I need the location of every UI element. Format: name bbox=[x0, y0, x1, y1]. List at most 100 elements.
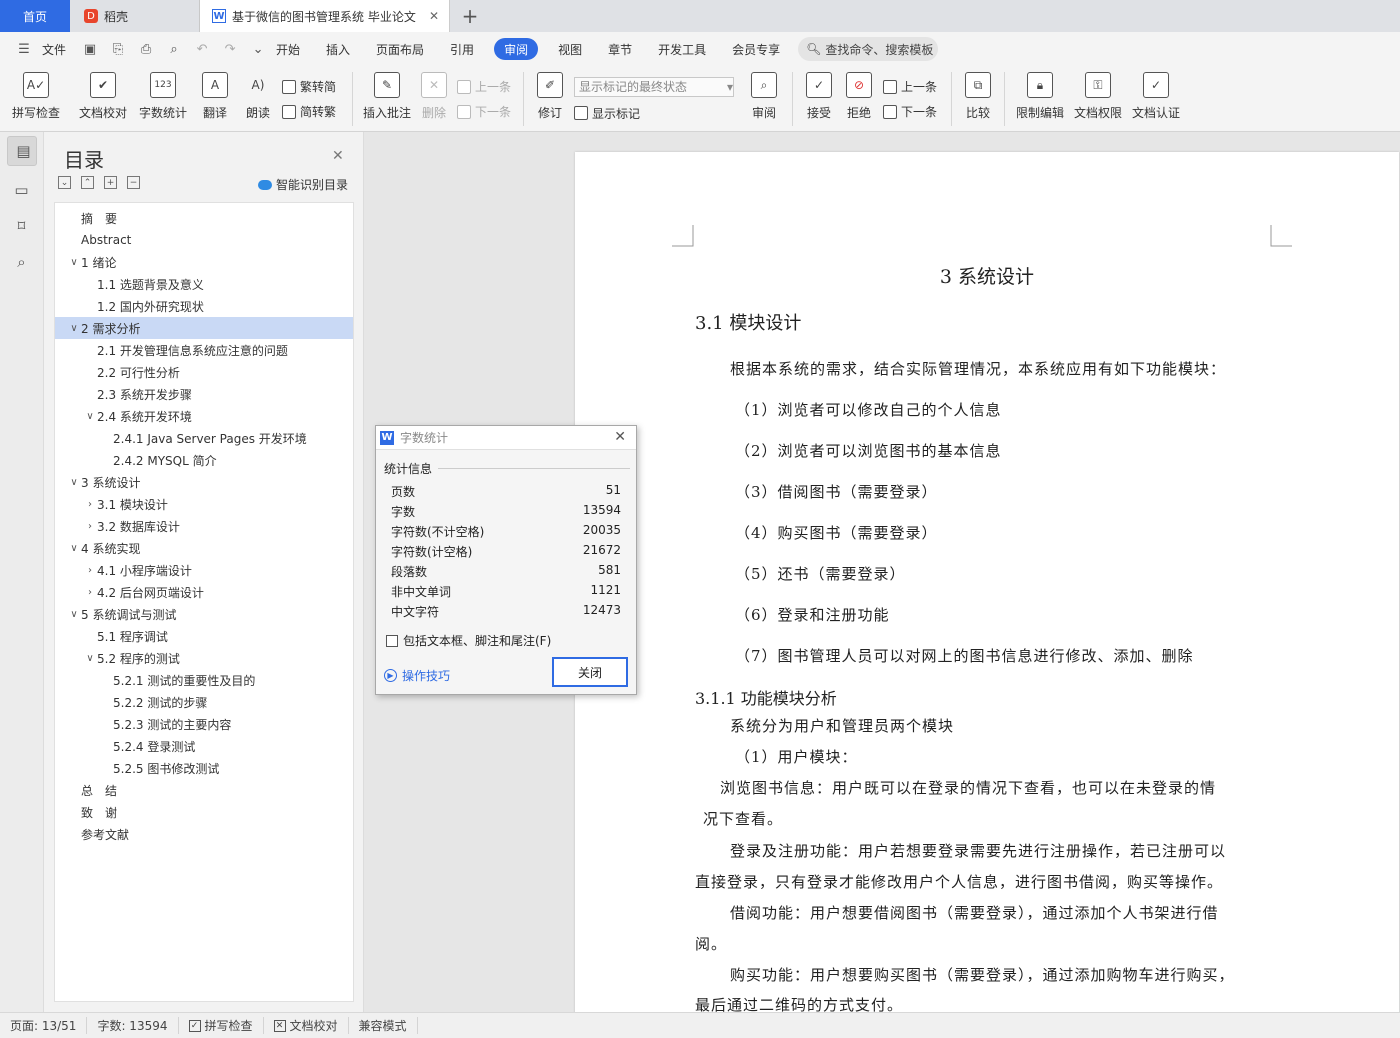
expand-chevron-icon[interactable]: › bbox=[83, 521, 97, 532]
reject-button[interactable]: ⊘ 拒绝 bbox=[839, 66, 879, 132]
toc-item[interactable]: 致 谢 bbox=[55, 801, 353, 823]
expand-icon[interactable]: ⌃ bbox=[81, 176, 94, 189]
status-spell-check[interactable]: ✓ 拼写检查 bbox=[179, 1017, 264, 1034]
delete-comment-button[interactable]: ✕ 删除 bbox=[415, 66, 453, 132]
expand-chevron-icon[interactable]: ∨ bbox=[83, 411, 97, 422]
toc-item[interactable]: 5.2.5 图书修改测试 bbox=[55, 757, 353, 779]
markup-state-select[interactable]: 显示标记的最终状态 ▾ bbox=[574, 76, 734, 97]
trad-to-simp-button[interactable]: 繁转简 bbox=[282, 78, 342, 95]
track-changes-button[interactable]: ✐ 修订 bbox=[530, 66, 570, 132]
close-icon[interactable]: ✕ bbox=[332, 148, 344, 164]
export-icon[interactable]: ⎘ bbox=[108, 42, 128, 57]
toc-item[interactable]: 参考文献 bbox=[55, 823, 353, 845]
toc-item[interactable]: › 3.2 数据库设计 bbox=[55, 515, 353, 537]
print-icon[interactable]: ⎙ bbox=[136, 42, 156, 57]
proofread-button[interactable]: ✔ 文档校对 bbox=[72, 66, 134, 132]
file-menu[interactable]: 文件 bbox=[42, 38, 72, 60]
accept-button[interactable]: ✓ 接受 bbox=[799, 66, 839, 132]
toc-item[interactable]: 5.1 程序调试 bbox=[55, 625, 353, 647]
toc-item[interactable]: 2.2 可行性分析 bbox=[55, 361, 353, 383]
collapse-all-icon[interactable]: ⌄ bbox=[58, 176, 71, 189]
toc-item[interactable]: 2.4.2 MYSQL 简介 bbox=[55, 449, 353, 471]
spell-check-button[interactable]: A✓ 拼写检查 bbox=[0, 66, 72, 132]
new-tab-button[interactable]: + bbox=[450, 0, 490, 32]
word-count-button[interactable]: 123 字数统计 bbox=[134, 66, 192, 132]
expand-chevron-icon[interactable]: ∨ bbox=[83, 653, 97, 664]
toc-item[interactable]: ∨ 1 绪论 bbox=[55, 251, 353, 273]
document-page[interactable]: 3 系统设计 3.1 模块设计 3.1.1 功能模块分析 根据本系统的需求，结合… bbox=[575, 152, 1399, 1012]
review-pane-button[interactable]: ⌕ 审阅 bbox=[742, 66, 786, 132]
simp-to-trad-button[interactable]: 简转繁 bbox=[282, 103, 342, 120]
next-change-button[interactable]: 下一条 bbox=[883, 103, 941, 120]
toc-panel-icon[interactable]: ▤ bbox=[6, 136, 37, 166]
restrict-editing-button[interactable]: 🔒︎ 限制编辑 bbox=[1011, 66, 1069, 132]
toc-item[interactable]: Abstract bbox=[55, 229, 353, 251]
section-nav-icon[interactable]: ▭ bbox=[10, 178, 34, 202]
include-notes-checkbox[interactable]: 包括文本框、脚注和尾注(F) bbox=[386, 632, 551, 649]
expand-chevron-icon[interactable]: › bbox=[83, 499, 97, 510]
toc-item[interactable]: 总 结 bbox=[55, 779, 353, 801]
ribbon-tab[interactable]: 开始 bbox=[270, 38, 306, 60]
undo-icon[interactable]: ↶ bbox=[192, 42, 212, 57]
doc-certify-button[interactable]: ✓ 文档认证 bbox=[1127, 66, 1185, 132]
ribbon-tab[interactable]: 页面布局 bbox=[370, 38, 430, 60]
dialog-close-button[interactable]: 关闭 bbox=[552, 657, 628, 687]
toc-item[interactable]: ∨ 4 系统实现 bbox=[55, 537, 353, 559]
toc-item[interactable]: 2.1 开发管理信息系统应注意的问题 bbox=[55, 339, 353, 361]
status-proofread[interactable]: ✕ 文档校对 bbox=[264, 1017, 349, 1034]
dialog-titlebar[interactable]: W 字数统计 bbox=[376, 426, 636, 450]
expand-chevron-icon[interactable]: ∨ bbox=[67, 609, 81, 620]
read-aloud-button[interactable]: A) 朗读 bbox=[238, 66, 278, 132]
tab-document[interactable]: W 基于微信的图书管理系统 毕业论文 ✕ bbox=[200, 0, 450, 32]
tab-daoke[interactable]: D 稻壳 bbox=[70, 0, 200, 32]
toc-item[interactable]: 2.4.1 Java Server Pages 开发环境 bbox=[55, 427, 353, 449]
prev-comment-button[interactable]: 上一条 bbox=[457, 78, 513, 95]
next-comment-button[interactable]: 下一条 bbox=[457, 103, 513, 120]
ribbon-tab[interactable]: 审阅 bbox=[494, 38, 539, 60]
ribbon-tab[interactable]: 章节 bbox=[602, 38, 638, 60]
hamburger-icon[interactable]: ☰ bbox=[14, 42, 34, 57]
ribbon-tab[interactable]: 引用 bbox=[444, 38, 480, 60]
smart-toc-button[interactable]: 智能识别目录 bbox=[258, 176, 348, 193]
dialog-close-icon[interactable]: ✕ bbox=[614, 429, 626, 445]
show-markup-button[interactable]: 显示标记 bbox=[574, 105, 732, 122]
find-icon[interactable]: ⌕ bbox=[10, 250, 34, 274]
doc-permission-button[interactable]: ⚿ 文档权限 bbox=[1069, 66, 1127, 132]
translate-button[interactable]: A 翻译 bbox=[192, 66, 238, 132]
add-heading-icon[interactable]: + bbox=[104, 176, 117, 189]
redo-icon[interactable]: ↷ bbox=[220, 42, 240, 57]
expand-chevron-icon[interactable]: ∨ bbox=[67, 477, 81, 488]
insert-comment-button[interactable]: ✎ 插入批注 bbox=[359, 66, 415, 132]
toc-item[interactable]: 5.2.4 登录测试 bbox=[55, 735, 353, 757]
toc-item[interactable]: › 3.1 模块设计 bbox=[55, 493, 353, 515]
toc-item[interactable]: ∨ 2 需求分析 bbox=[55, 317, 353, 339]
toc-item[interactable]: › 4.1 小程序端设计 bbox=[55, 559, 353, 581]
expand-chevron-icon[interactable]: › bbox=[83, 587, 97, 598]
toc-item[interactable]: 摘 要 bbox=[55, 207, 353, 229]
print-preview-icon[interactable]: ⌕ bbox=[164, 42, 184, 57]
word-count-indicator[interactable]: 字数: 13594 bbox=[87, 1017, 179, 1034]
toc-item[interactable]: ∨ 3 系统设计 bbox=[55, 471, 353, 493]
prev-change-button[interactable]: 上一条 bbox=[883, 78, 941, 95]
ribbon-tab[interactable]: 插入 bbox=[320, 38, 356, 60]
page-indicator[interactable]: 页面: 13/51 bbox=[0, 1017, 88, 1034]
toc-item[interactable]: 1.1 选题背景及意义 bbox=[55, 273, 353, 295]
bookmark-icon[interactable]: ⌑ bbox=[10, 214, 34, 238]
ribbon-tab[interactable]: 会员专享 bbox=[726, 38, 786, 60]
ribbon-tab[interactable]: 视图 bbox=[552, 38, 588, 60]
tips-link[interactable]: ▶ 操作技巧 bbox=[384, 667, 450, 684]
toc-item[interactable]: › 4.2 后台网页端设计 bbox=[55, 581, 353, 603]
toc-item[interactable]: 2.3 系统开发步骤 bbox=[55, 383, 353, 405]
toc-item[interactable]: ∨ 5.2 程序的测试 bbox=[55, 647, 353, 669]
remove-heading-icon[interactable]: − bbox=[127, 176, 140, 189]
expand-chevron-icon[interactable]: ∨ bbox=[67, 543, 81, 554]
toc-item[interactable]: 5.2.1 测试的重要性及目的 bbox=[55, 669, 353, 691]
tab-home[interactable]: 首页 bbox=[0, 0, 70, 32]
expand-chevron-icon[interactable]: ∨ bbox=[67, 323, 81, 334]
toc-item[interactable]: 5.2.3 测试的主要内容 bbox=[55, 713, 353, 735]
toc-item[interactable]: ∨ 5 系统调试与测试 bbox=[55, 603, 353, 625]
toc-item[interactable]: 1.2 国内外研究现状 bbox=[55, 295, 353, 317]
toc-item[interactable]: 5.2.2 测试的步骤 bbox=[55, 691, 353, 713]
expand-chevron-icon[interactable]: › bbox=[83, 565, 97, 576]
save-icon[interactable]: ▣ bbox=[80, 42, 100, 57]
